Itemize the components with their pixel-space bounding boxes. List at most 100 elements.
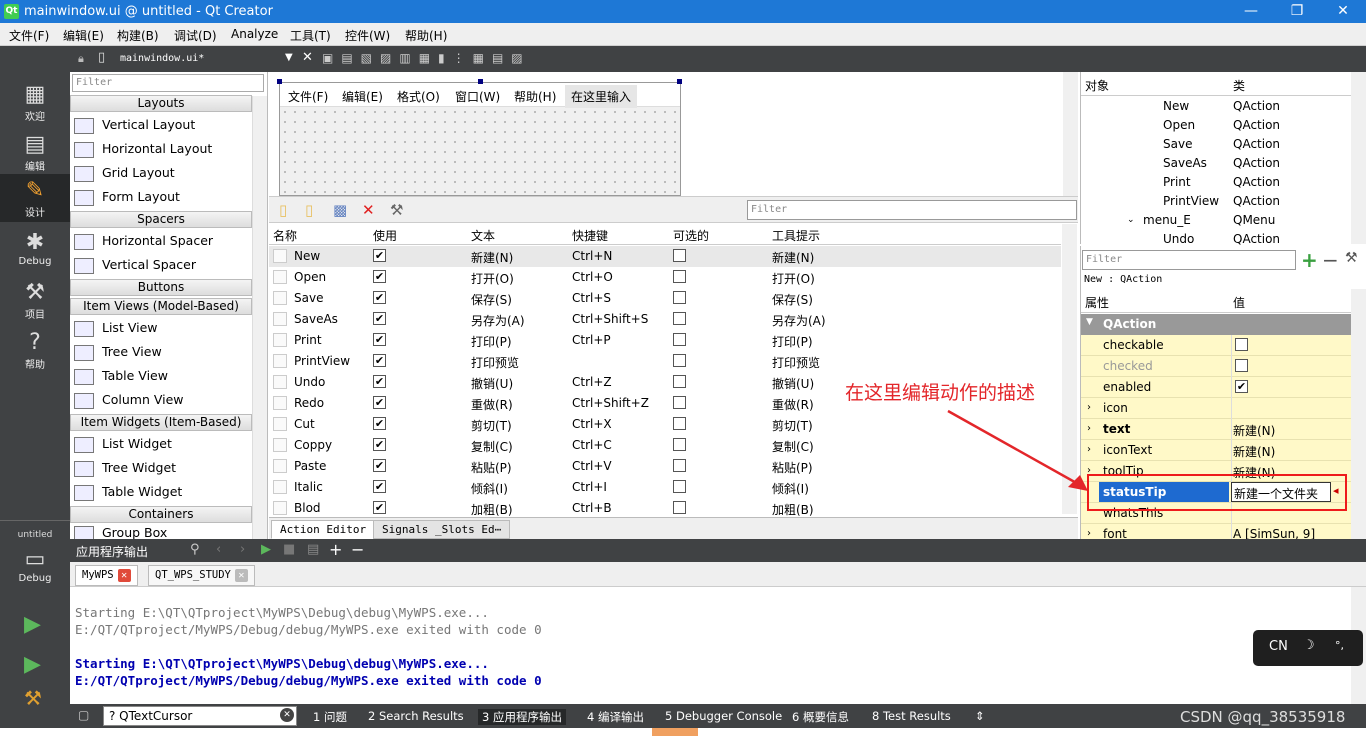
checkable-checkbox[interactable] bbox=[673, 375, 686, 388]
form-menu-help[interactable]: 帮助(H) bbox=[514, 88, 556, 105]
debug-run-button[interactable]: ▶ bbox=[24, 652, 41, 677]
zoom-in-icon[interactable]: + bbox=[329, 540, 342, 559]
object-row[interactable]: ⌄ menu_E QMenu bbox=[1081, 211, 1351, 230]
configure-icon[interactable]: ⚒ bbox=[1345, 250, 1358, 266]
clear-search-icon[interactable]: ✕ bbox=[280, 708, 294, 722]
clear-icon[interactable]: ▤ bbox=[307, 542, 319, 557]
checkable-checkbox[interactable] bbox=[673, 480, 686, 493]
widget-item[interactable]: Horizontal Layout bbox=[74, 138, 212, 160]
widget-item[interactable]: Horizontal Spacer bbox=[74, 230, 213, 252]
used-checkbox[interactable]: ✔ bbox=[373, 312, 386, 325]
chevron-down-icon[interactable]: ⌄ bbox=[1127, 215, 1135, 225]
column-header[interactable]: 对象 bbox=[1085, 77, 1109, 94]
form-menu-window[interactable]: 窗口(W) bbox=[455, 88, 500, 105]
used-checkbox[interactable]: ✔ bbox=[373, 396, 386, 409]
close-tab-icon[interactable]: ✕ bbox=[117, 569, 131, 582]
property-row[interactable]: › iconText 新建(N) bbox=[1081, 440, 1351, 461]
next-icon[interactable]: › bbox=[240, 542, 245, 557]
menu-edit[interactable]: 编辑(E) bbox=[63, 27, 104, 44]
object-row[interactable]: Save QAction bbox=[1081, 135, 1351, 154]
menu-build[interactable]: 构建(B) bbox=[117, 27, 159, 44]
stop-icon[interactable]: ■ bbox=[283, 542, 295, 557]
column-header[interactable]: 工具提示 bbox=[772, 227, 820, 244]
property-category[interactable]: ▼ QAction bbox=[1081, 314, 1351, 335]
widget-item[interactable]: Vertical Layout bbox=[74, 114, 195, 136]
category-item-widgets[interactable]: Item Widgets (Item-Based) bbox=[70, 414, 252, 431]
checkable-checkbox[interactable] bbox=[673, 249, 686, 262]
used-checkbox[interactable]: ✔ bbox=[373, 291, 386, 304]
widget-item[interactable]: Form Layout bbox=[74, 186, 180, 208]
widget-item[interactable]: List View bbox=[74, 317, 158, 339]
action-row[interactable]: Save ✔ 保存(S) Ctrl+S 保存(S) bbox=[269, 288, 1061, 309]
action-row[interactable]: Print ✔ 打印(P) Ctrl+P 打印(P) bbox=[269, 330, 1061, 351]
form-scrollbar[interactable] bbox=[1063, 72, 1078, 196]
output-tab-qt-wps-study[interactable]: QT_WPS_STUDY ✕ bbox=[148, 565, 255, 586]
menu-file[interactable]: 文件(F) bbox=[9, 27, 49, 44]
close-tab-icon[interactable]: ✕ bbox=[234, 569, 248, 582]
close-document-icon[interactable]: ✕ bbox=[302, 50, 313, 65]
checkable-checkbox[interactable] bbox=[673, 417, 686, 430]
column-header[interactable]: 文本 bbox=[471, 227, 495, 244]
status-compile-output[interactable]: 4 编译输出 bbox=[587, 709, 644, 725]
action-row[interactable]: SaveAs ✔ 另存为(A) Ctrl+Shift+S 另存为(A) bbox=[269, 309, 1061, 330]
status-search-results[interactable]: 2 Search Results bbox=[368, 709, 464, 723]
chevron-updown-icon[interactable]: ⇕ bbox=[975, 709, 985, 723]
selection-handle[interactable] bbox=[277, 79, 282, 84]
minimize-button[interactable]: — bbox=[1228, 0, 1274, 23]
used-checkbox[interactable]: ✔ bbox=[373, 417, 386, 430]
widget-item[interactable]: Table Widget bbox=[74, 481, 182, 503]
used-checkbox[interactable]: ✔ bbox=[373, 354, 386, 367]
status-issues[interactable]: 1 问题 bbox=[313, 709, 347, 725]
attach-icon[interactable]: ⚲ bbox=[190, 542, 200, 557]
form-menu-type-here[interactable]: 在这里输入 bbox=[565, 85, 638, 108]
property-row[interactable]: checkable bbox=[1081, 335, 1351, 356]
property-row[interactable]: › text 新建(N) bbox=[1081, 419, 1351, 440]
action-row[interactable]: Blod ✔ 加粗(B) Ctrl+B 加粗(B) bbox=[269, 498, 1061, 519]
widget-box-scrollbar[interactable] bbox=[252, 96, 267, 539]
configure-icon[interactable]: ⚒ bbox=[390, 201, 403, 219]
checkable-checkbox[interactable] bbox=[673, 438, 686, 451]
mode-debug[interactable]: ✱ Debug bbox=[0, 226, 70, 274]
used-checkbox[interactable]: ✔ bbox=[373, 459, 386, 472]
chevron-right-icon[interactable]: › bbox=[1087, 528, 1091, 539]
property-row[interactable]: checked bbox=[1081, 356, 1351, 377]
mode-design[interactable]: ✎ 设计 bbox=[0, 174, 70, 222]
column-header[interactable]: 使用 bbox=[373, 227, 397, 244]
category-layouts[interactable]: Layouts bbox=[70, 95, 252, 112]
property-filter-input[interactable]: Filter bbox=[1082, 250, 1296, 270]
close-button[interactable]: ✕ bbox=[1320, 0, 1366, 23]
selection-handle[interactable] bbox=[677, 79, 682, 84]
widget-item[interactable]: Vertical Spacer bbox=[74, 254, 196, 276]
used-checkbox[interactable]: ✔ bbox=[373, 375, 386, 388]
widget-item[interactable]: Grid Layout bbox=[74, 162, 175, 184]
delete-action-icon[interactable]: ✕ bbox=[362, 201, 375, 219]
widget-item[interactable]: Group Box bbox=[74, 524, 167, 539]
maximize-button[interactable]: ❐ bbox=[1274, 0, 1320, 23]
widget-filter-input[interactable]: Filter bbox=[72, 74, 264, 92]
object-row[interactable]: PrintView QAction bbox=[1081, 192, 1351, 211]
form-menu-edit[interactable]: 编辑(E) bbox=[342, 88, 383, 105]
action-row[interactable]: Open ✔ 打开(O) Ctrl+O 打开(O) bbox=[269, 267, 1061, 288]
previous-icon[interactable]: ‹ bbox=[216, 542, 221, 557]
paste-action-icon[interactable]: ▩ bbox=[333, 201, 347, 219]
add-property-icon[interactable]: + bbox=[1301, 248, 1318, 272]
locator-input[interactable]: ? QTextCursor bbox=[103, 706, 297, 726]
checkable-checkbox[interactable] bbox=[673, 501, 686, 514]
mode-edit[interactable]: ▤ 编辑 bbox=[0, 128, 70, 176]
widget-item[interactable]: Table View bbox=[74, 365, 168, 387]
menu-debug[interactable]: 调试(D) bbox=[174, 27, 217, 44]
checkable-checkbox[interactable] bbox=[673, 270, 686, 283]
remove-property-icon[interactable]: − bbox=[1322, 248, 1339, 272]
action-row[interactable]: PrintView ✔ 打印预览 打印预览 bbox=[269, 351, 1061, 372]
column-header[interactable]: 值 bbox=[1233, 294, 1245, 311]
object-row[interactable]: Open QAction bbox=[1081, 116, 1351, 135]
column-header[interactable]: 可选的 bbox=[673, 227, 709, 244]
checkable-checkbox[interactable] bbox=[673, 291, 686, 304]
open-document-name[interactable]: mainwindow.ui* bbox=[120, 53, 204, 64]
used-checkbox[interactable]: ✔ bbox=[373, 501, 386, 514]
form-menu-file[interactable]: 文件(F) bbox=[288, 88, 328, 105]
used-checkbox[interactable]: ✔ bbox=[373, 249, 386, 262]
column-header[interactable]: 属性 bbox=[1085, 294, 1109, 311]
used-checkbox[interactable]: ✔ bbox=[373, 270, 386, 283]
column-header[interactable]: 名称 bbox=[273, 227, 297, 244]
